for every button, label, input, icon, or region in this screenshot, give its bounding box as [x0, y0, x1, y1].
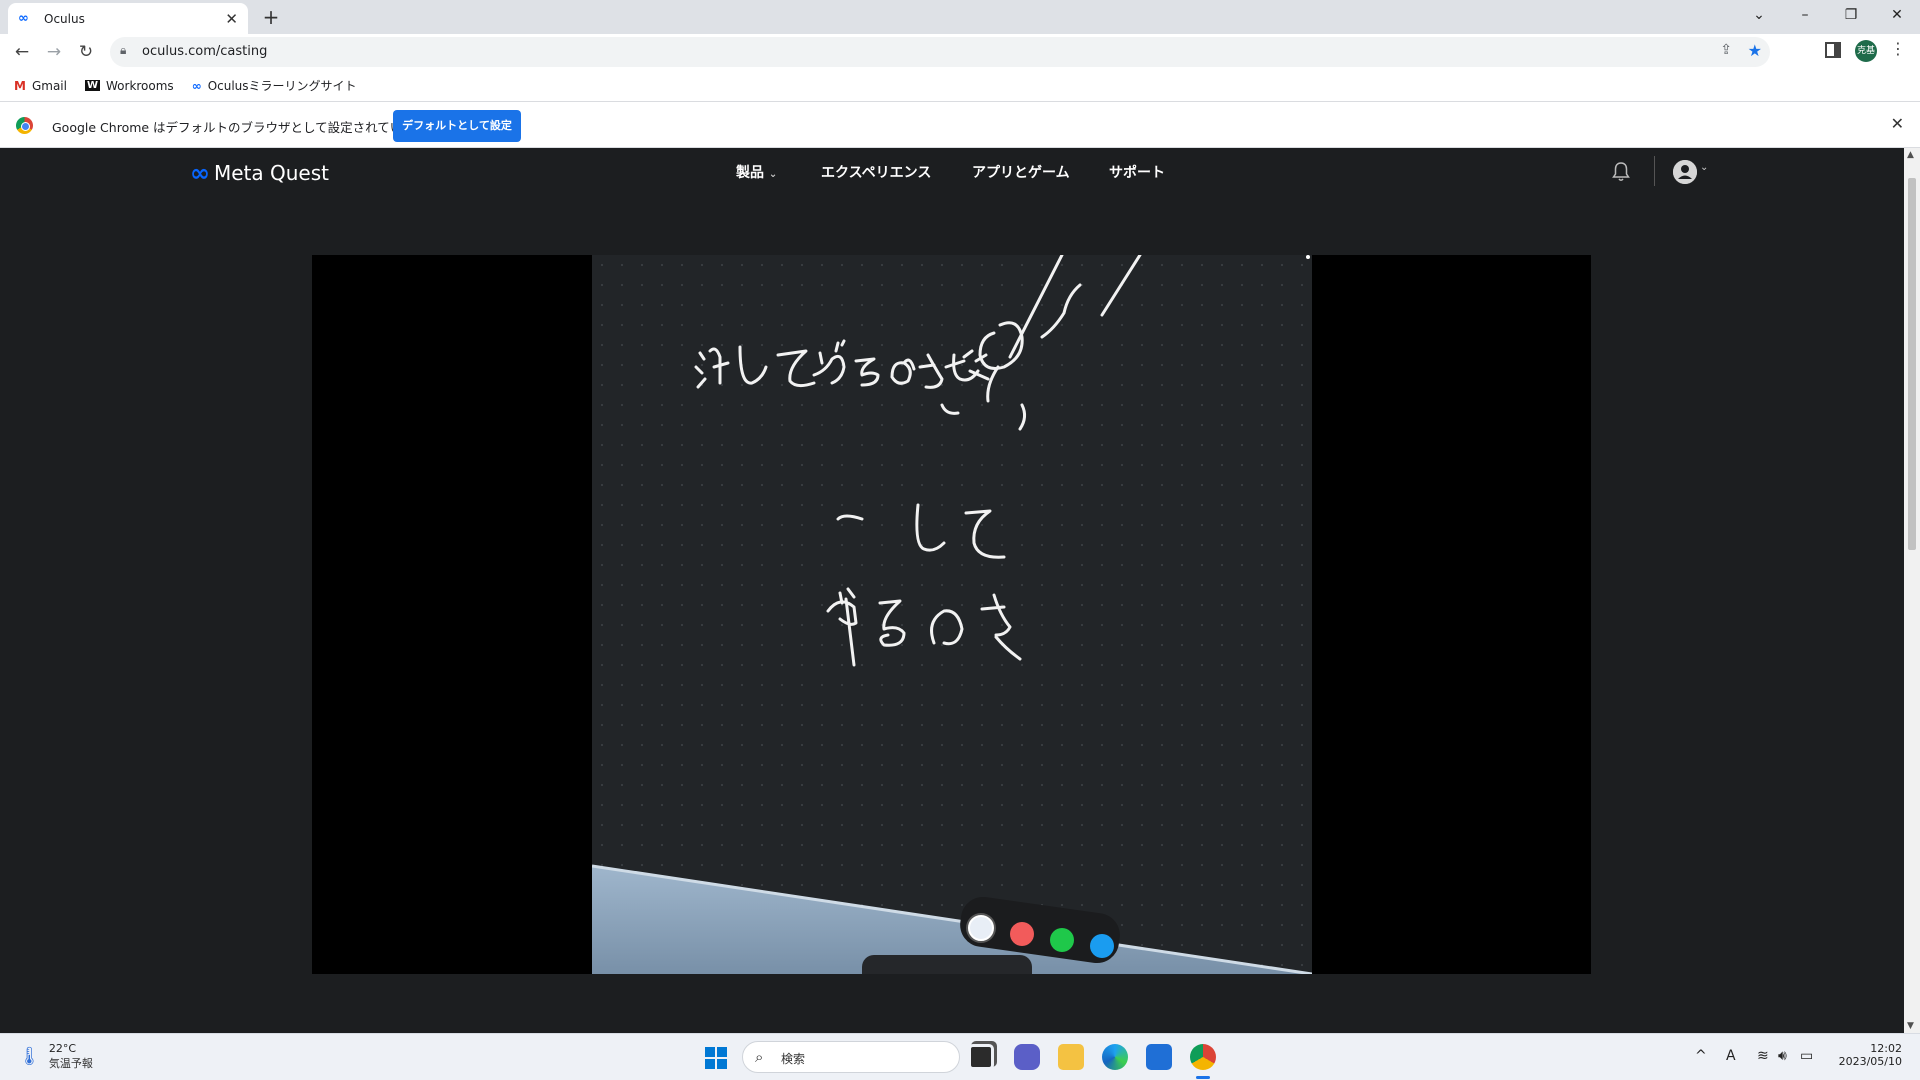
- weather-widget[interactable]: 🌡︎ 22°C 気温予報: [18, 1042, 93, 1071]
- forward-icon[interactable]: →: [40, 38, 68, 66]
- nav-experiences[interactable]: エクスペリエンス: [821, 162, 931, 182]
- profile-avatar[interactable]: 克基: [1855, 40, 1877, 62]
- thermometer-icon: 🌡︎: [18, 1046, 41, 1067]
- browser-toolbar: ← → ↻ 🔒︎ oculus.com/casting ⇪ ★ 克基 ⋮: [0, 34, 1920, 70]
- address-bar[interactable]: 🔒︎ oculus.com/casting ⇪ ★: [110, 37, 1770, 67]
- palette-green-color[interactable]: [1050, 928, 1074, 952]
- nav-label: 製品: [736, 165, 764, 181]
- meta-quest-logo[interactable]: ∞ Meta Quest: [190, 159, 329, 187]
- bookmarks-bar: M Gmail W Workrooms ∞ Oculusミラーリングサイト: [0, 70, 1920, 102]
- lock-icon[interactable]: 🔒︎: [120, 43, 126, 58]
- windows-logo-tile: [705, 1059, 715, 1069]
- bookmark-label: Oculusミラーリングサイト: [207, 79, 357, 93]
- nav-products[interactable]: 製品 ⌄: [736, 162, 777, 182]
- chevron-down-icon: ⌄: [768, 169, 778, 180]
- clock[interactable]: 12:02 2023/05/10: [1836, 1042, 1902, 1068]
- scroll-thumb[interactable]: [1908, 178, 1916, 550]
- clock-date: 2023/05/10: [1838, 1055, 1902, 1068]
- meta-icon: ∞: [190, 159, 210, 187]
- file-explorer-icon[interactable]: [1058, 1044, 1084, 1070]
- side-panel-icon[interactable]: [1825, 42, 1841, 58]
- page-scrollbar[interactable]: ▲ ▼: [1904, 148, 1920, 1033]
- bookmark-oculus-mirroring[interactable]: ∞ Oculusミラーリングサイト: [192, 77, 357, 94]
- chrome-menu-icon[interactable]: ⋮: [1890, 39, 1906, 58]
- search-placeholder: 検索: [781, 1052, 806, 1066]
- clock-time: 12:02: [1870, 1042, 1902, 1055]
- workrooms-icon: W: [84, 80, 100, 91]
- default-browser-infobar: Google Chrome はデフォルトのブラウザとして設定されていません デフ…: [0, 102, 1920, 148]
- battery-icon[interactable]: ▭: [1800, 1048, 1813, 1064]
- taskbar-search[interactable]: ⌕ 検索: [742, 1041, 960, 1073]
- vr-whiteboard: [592, 255, 1312, 974]
- url-text[interactable]: oculus.com/casting: [142, 44, 267, 59]
- weather-temp: 22°C: [48, 1042, 77, 1055]
- restore-button[interactable]: ❐: [1828, 0, 1874, 30]
- share-icon[interactable]: ⇪: [1720, 42, 1732, 58]
- nav-apps-games[interactable]: アプリとゲーム: [972, 162, 1070, 182]
- header-divider: [1654, 156, 1655, 186]
- meta-icon: ∞: [18, 11, 29, 26]
- chrome-taskbar-icon[interactable]: [1190, 1044, 1216, 1070]
- edge-icon[interactable]: [1102, 1044, 1128, 1070]
- weather-label: 気温予報: [48, 1057, 93, 1070]
- bookmark-label: Gmail: [31, 78, 67, 93]
- set-default-button[interactable]: デフォルトとして設定: [393, 110, 521, 142]
- infobar-close-icon[interactable]: ✕: [1891, 114, 1904, 133]
- casting-page: ∞ Meta Quest 製品 ⌄ エクスペリエンス アプリとゲーム サポート …: [0, 148, 1904, 1033]
- scroll-down-icon[interactable]: ▼: [1907, 1021, 1914, 1031]
- notification-bell-icon[interactable]: [1612, 162, 1630, 182]
- scroll-up-icon[interactable]: ▲: [1907, 150, 1914, 160]
- tab-close-icon[interactable]: ✕: [225, 10, 238, 28]
- windows-logo-tile: [717, 1047, 727, 1057]
- user-account-icon[interactable]: [1673, 160, 1697, 184]
- start-button[interactable]: [705, 1047, 727, 1069]
- windows-taskbar: 🌡︎ 22°C 気温予報 ⌕ 検索 ^ A ≋ 🔊︎ ▭ 12:02 2023/…: [0, 1033, 1920, 1080]
- minimize-button[interactable]: –: [1782, 0, 1828, 30]
- palette-white-color[interactable]: [968, 915, 994, 941]
- meta-icon: ∞: [191, 78, 202, 93]
- nav-support[interactable]: サポート: [1109, 162, 1165, 182]
- handwriting-strokes: [592, 255, 1312, 974]
- bookmark-gmail[interactable]: M Gmail: [14, 79, 67, 93]
- wifi-icon[interactable]: ≋: [1757, 1048, 1769, 1064]
- infobar-message: Google Chrome はデフォルトのブラウザとして設定されていません: [52, 120, 440, 135]
- chrome-logo-icon: [16, 117, 33, 134]
- active-app-indicator: [1196, 1076, 1210, 1079]
- palette-blue-color[interactable]: [1090, 934, 1114, 958]
- volume-icon[interactable]: 🔊︎: [1778, 1048, 1787, 1064]
- ime-indicator[interactable]: A: [1726, 1048, 1736, 1064]
- palette-red-color[interactable]: [1010, 922, 1034, 946]
- frame-corner-marker: [1306, 255, 1310, 259]
- reload-icon[interactable]: ↻: [72, 38, 100, 66]
- tab-title: Oculus: [44, 11, 85, 26]
- tab-search-icon[interactable]: ⌄: [1736, 0, 1782, 30]
- search-icon: ⌕: [755, 1048, 764, 1066]
- cast-video-frame: [312, 255, 1591, 974]
- tab-strip: ∞ Oculus ✕ + ⌄ – ❐ ✕: [0, 0, 1920, 34]
- chevron-up-icon[interactable]: ^: [1695, 1048, 1707, 1064]
- close-window-button[interactable]: ✕: [1874, 0, 1920, 30]
- bookmark-workrooms[interactable]: W Workrooms: [84, 78, 174, 93]
- site-logo-text: Meta Quest: [214, 161, 329, 185]
- chevron-down-icon[interactable]: ⌄: [1700, 162, 1708, 173]
- task-view-icon[interactable]: [968, 1044, 994, 1070]
- gmail-icon: M: [14, 78, 26, 93]
- teams-chat-icon[interactable]: [1014, 1044, 1040, 1070]
- bookmark-star-icon[interactable]: ★: [1748, 41, 1762, 60]
- back-icon[interactable]: ←: [8, 38, 36, 66]
- store-icon[interactable]: [1146, 1044, 1172, 1070]
- new-tab-button[interactable]: +: [258, 4, 284, 30]
- windows-logo-tile: [717, 1059, 727, 1069]
- bookmark-label: Workrooms: [106, 78, 174, 93]
- windows-logo-tile: [705, 1047, 715, 1057]
- tab-oculus[interactable]: ∞ Oculus ✕: [8, 3, 248, 34]
